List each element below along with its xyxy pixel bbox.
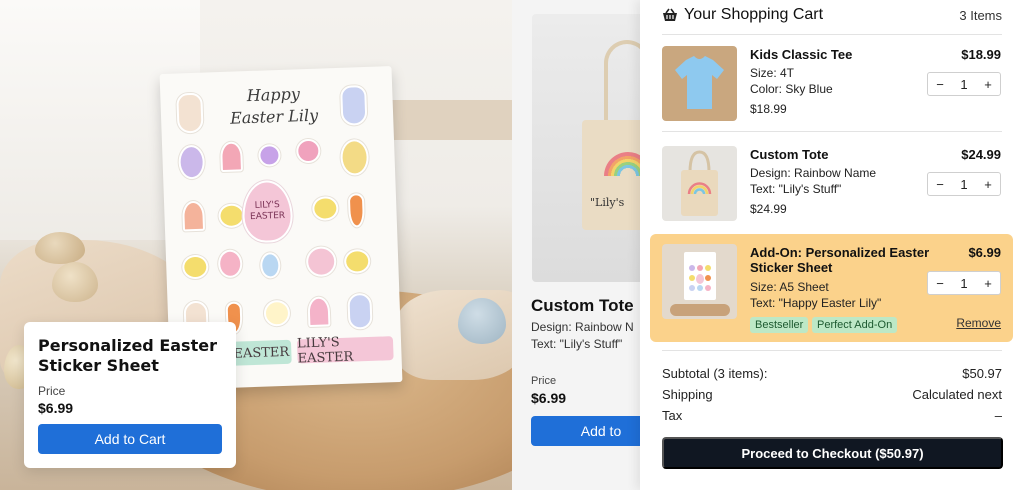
- name-banner-sticker: LILY'S EASTER: [297, 335, 394, 366]
- item-name: Custom Tote: [750, 147, 829, 162]
- cart-item-count: 3 Items: [959, 7, 1002, 23]
- item-price: $6.99: [968, 245, 1001, 260]
- item-size: Size: A5 Sheet: [750, 280, 829, 294]
- item-size: Size: 4T: [750, 66, 795, 80]
- tulip-sticker: [219, 141, 243, 173]
- flower-sticker: [263, 299, 291, 327]
- egg-sticker: [339, 138, 370, 176]
- tulip-sticker: [307, 296, 331, 328]
- egg-decoration: [458, 298, 506, 344]
- bestseller-badge: Bestseller: [750, 317, 809, 333]
- item-text: Text: "Happy Easter Lily": [750, 296, 882, 310]
- tax-value: –: [994, 408, 1002, 423]
- divider: [662, 131, 1002, 132]
- egg-sticker: [259, 252, 281, 279]
- cart-header: Your Shopping Cart 3 Items: [662, 4, 1002, 26]
- tote-text-line: Text: "Lily's Stuff": [531, 337, 623, 351]
- page: Happy Easter Lily LILY'S EASTER EASTER L…: [0, 0, 1024, 490]
- sticker-sheet-icon: [670, 252, 730, 316]
- shipping-label: Shipping: [662, 387, 713, 402]
- flower-sticker: [295, 138, 321, 164]
- subtotal-label: Subtotal (3 items):: [662, 366, 768, 381]
- bunny-sticker: [340, 84, 368, 126]
- shopping-cart-panel: Your Shopping Cart 3 Items Kids Classic …: [640, 0, 1024, 490]
- quantity-value[interactable]: 1: [952, 177, 976, 192]
- product-hero: Happy Easter Lily LILY'S EASTER EASTER L…: [0, 0, 512, 490]
- checkout-button[interactable]: Proceed to Checkout ($50.97): [662, 437, 1003, 469]
- shipping-value: Calculated next: [912, 387, 1002, 402]
- tote-price: $6.99: [531, 390, 567, 406]
- tote-thumbnail: [662, 146, 737, 221]
- cart-item: Custom Tote Design: Rainbow Name Text: "…: [650, 136, 1013, 226]
- item-name: Kids Classic Tee: [750, 47, 853, 62]
- egg-sticker: [178, 144, 206, 180]
- tote-icon: [681, 150, 718, 216]
- chick-sticker: [311, 195, 339, 221]
- basket-icon: [663, 8, 677, 21]
- cart-item: Kids Classic Tee Size: 4T Color: Sky Blu…: [650, 36, 1013, 126]
- subtotal-row: Subtotal (3 items): $50.97: [662, 366, 1002, 381]
- tax-label: Tax: [662, 408, 683, 423]
- item-design: Design: Rainbow Name: [750, 166, 877, 180]
- increase-button[interactable]: +: [976, 177, 1000, 192]
- tax-row: Tax –: [662, 408, 1002, 423]
- shipping-row: Shipping Calculated next: [662, 387, 1002, 402]
- tote-handle: [604, 40, 642, 130]
- chick-sticker: [181, 254, 209, 280]
- divider: [662, 34, 1002, 35]
- increase-button[interactable]: +: [976, 276, 1000, 291]
- decrease-button[interactable]: −: [928, 276, 952, 291]
- tulip-sticker: [182, 200, 206, 232]
- chick-sticker: [343, 248, 371, 274]
- bunny-sticker: [347, 292, 373, 330]
- item-price: $18.99: [961, 47, 1001, 62]
- tote-design-line: Design: Rainbow N: [531, 320, 634, 334]
- egg-decoration: [52, 262, 98, 302]
- quantity-stepper: − 1 +: [927, 172, 1001, 196]
- increase-button[interactable]: +: [976, 77, 1000, 92]
- quantity-value[interactable]: 1: [952, 77, 976, 92]
- cart-title: Your Shopping Cart: [684, 6, 824, 23]
- tshirt-icon: [675, 56, 724, 109]
- product-name: Personalized Easter Sticker Sheet: [38, 336, 217, 375]
- item-unit-price: $18.99: [750, 102, 787, 116]
- tote-price-label: Price: [531, 375, 557, 387]
- item-name: Add-On: Personalized Easter Sticker Shee…: [750, 245, 930, 275]
- item-color: Color: Sky Blue: [750, 82, 833, 96]
- easter-banner-sticker: EASTER: [230, 339, 292, 366]
- chick-sticker: [218, 203, 245, 229]
- sticker-grid: [174, 84, 389, 343]
- quantity-stepper: − 1 +: [927, 271, 1001, 295]
- divider: [662, 350, 1002, 351]
- flower-sticker: [217, 249, 243, 279]
- quantity-value[interactable]: 1: [952, 276, 976, 291]
- subtotal-value: $50.97: [962, 366, 1002, 381]
- product-card: Personalized Easter Sticker Sheet Price …: [24, 322, 236, 468]
- item-text: Text: "Lily's Stuff": [750, 182, 842, 196]
- carrot-sticker: [347, 193, 366, 228]
- add-to-cart-button[interactable]: Add to Cart: [38, 424, 222, 454]
- remove-link[interactable]: Remove: [956, 316, 1001, 330]
- tee-thumbnail: [662, 46, 737, 121]
- decrease-button[interactable]: −: [928, 177, 952, 192]
- tote-print-text: "Lily's: [590, 196, 625, 209]
- sticker-sheet-title: Happy Easter Lily: [229, 84, 319, 128]
- perfect-addon-badge: Perfect Add-On: [812, 317, 898, 333]
- product-price: $6.99: [38, 400, 74, 416]
- decrease-button[interactable]: −: [928, 77, 952, 92]
- item-price: $24.99: [961, 147, 1001, 162]
- price-label: Price: [38, 384, 66, 398]
- flower-sticker: [258, 143, 281, 167]
- tote-title: Custom Tote: [531, 296, 634, 315]
- egg-decoration: [35, 232, 85, 264]
- flower-sticker: [305, 246, 337, 278]
- tote-add-button[interactable]: Add to: [531, 416, 642, 446]
- quantity-stepper: − 1 +: [927, 72, 1001, 96]
- item-unit-price: $24.99: [750, 202, 787, 216]
- cart-item-addon: Add-On: Personalized Easter Sticker Shee…: [650, 234, 1013, 342]
- sticker-sheet-thumbnail: [662, 244, 737, 319]
- tote-preview-panel: "Lily's Custom Tote Design: Rainbow N Te…: [512, 0, 642, 490]
- bunny-sticker: [176, 92, 204, 134]
